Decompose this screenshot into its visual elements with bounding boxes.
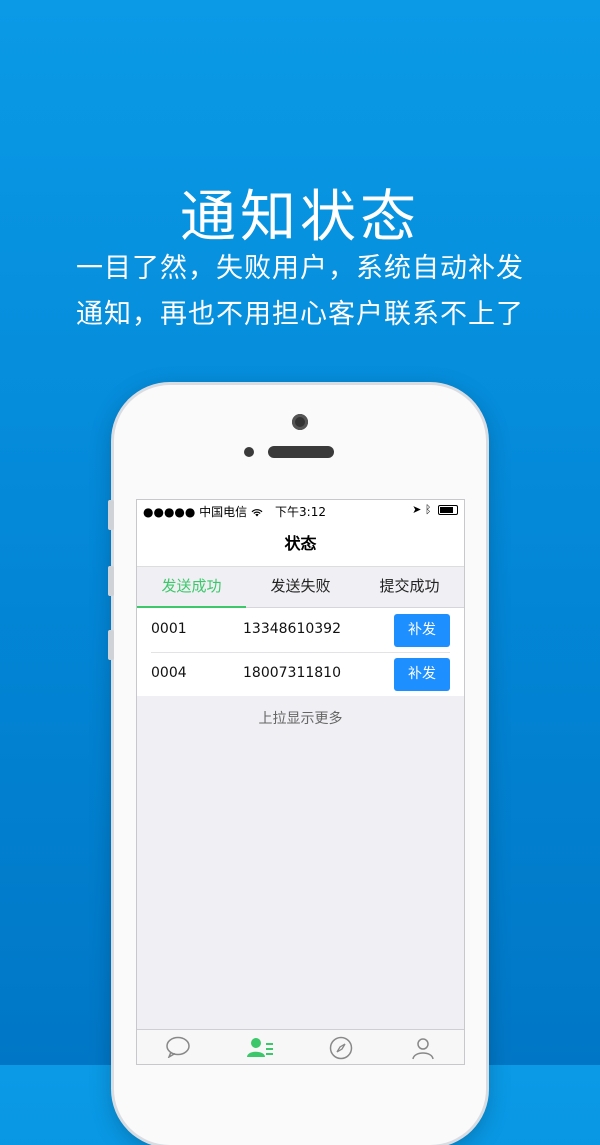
tab-submit-success[interactable]: 提交成功	[355, 567, 464, 607]
phone-screen: ●●●●● 中国电信 下午3:12 ➤ ᛒ 状态 发送成功 发送失败 提交成功 …	[136, 499, 465, 1065]
bottom-tab-bar	[137, 1029, 464, 1064]
status-bar: ●●●●● 中国电信 下午3:12 ➤ ᛒ	[137, 500, 464, 522]
compass-icon[interactable]	[301, 1030, 383, 1064]
load-more-hint[interactable]: 上拉显示更多	[137, 708, 464, 728]
hero-line-1: 一目了然，失败用户，系统自动补发	[76, 253, 524, 284]
phone-number: 13348610392	[243, 621, 341, 637]
front-camera	[292, 414, 308, 430]
list-item: 0001 13348610392 补发	[137, 608, 464, 652]
list-item: 0004 18007311810 补发	[137, 652, 464, 696]
tab-bar: 发送成功 发送失败 提交成功	[137, 567, 464, 608]
earpiece-speaker	[268, 446, 334, 458]
tab-send-success[interactable]: 发送成功	[137, 567, 246, 608]
chat-icon[interactable]	[137, 1030, 219, 1064]
result-list: 0001 13348610392 补发 0004 18007311810 补发	[137, 608, 464, 696]
resend-button[interactable]: 补发	[394, 614, 450, 647]
bluetooth-icon: ᛒ	[424, 503, 432, 516]
volume-up-button	[108, 566, 114, 596]
profile-icon[interactable]	[382, 1030, 464, 1064]
status-icons: ➤ ᛒ	[412, 503, 458, 516]
battery-icon	[438, 505, 458, 515]
phone-number: 18007311810	[243, 665, 341, 681]
tab-send-failed[interactable]: 发送失败	[246, 567, 355, 607]
sensor-dot	[244, 447, 254, 457]
resend-button[interactable]: 补发	[394, 658, 450, 691]
volume-down-button	[108, 630, 114, 660]
record-id: 0004	[151, 665, 187, 681]
location-arrow-icon: ➤	[412, 503, 422, 516]
nav-title: 状态	[137, 522, 464, 567]
record-id: 0001	[151, 621, 187, 637]
hero-line-2: 通知，再也不用担心客户联系不上了	[76, 299, 524, 330]
hero-title: 通知状态	[180, 185, 420, 250]
contacts-icon[interactable]	[219, 1030, 301, 1064]
mute-switch	[108, 500, 114, 530]
